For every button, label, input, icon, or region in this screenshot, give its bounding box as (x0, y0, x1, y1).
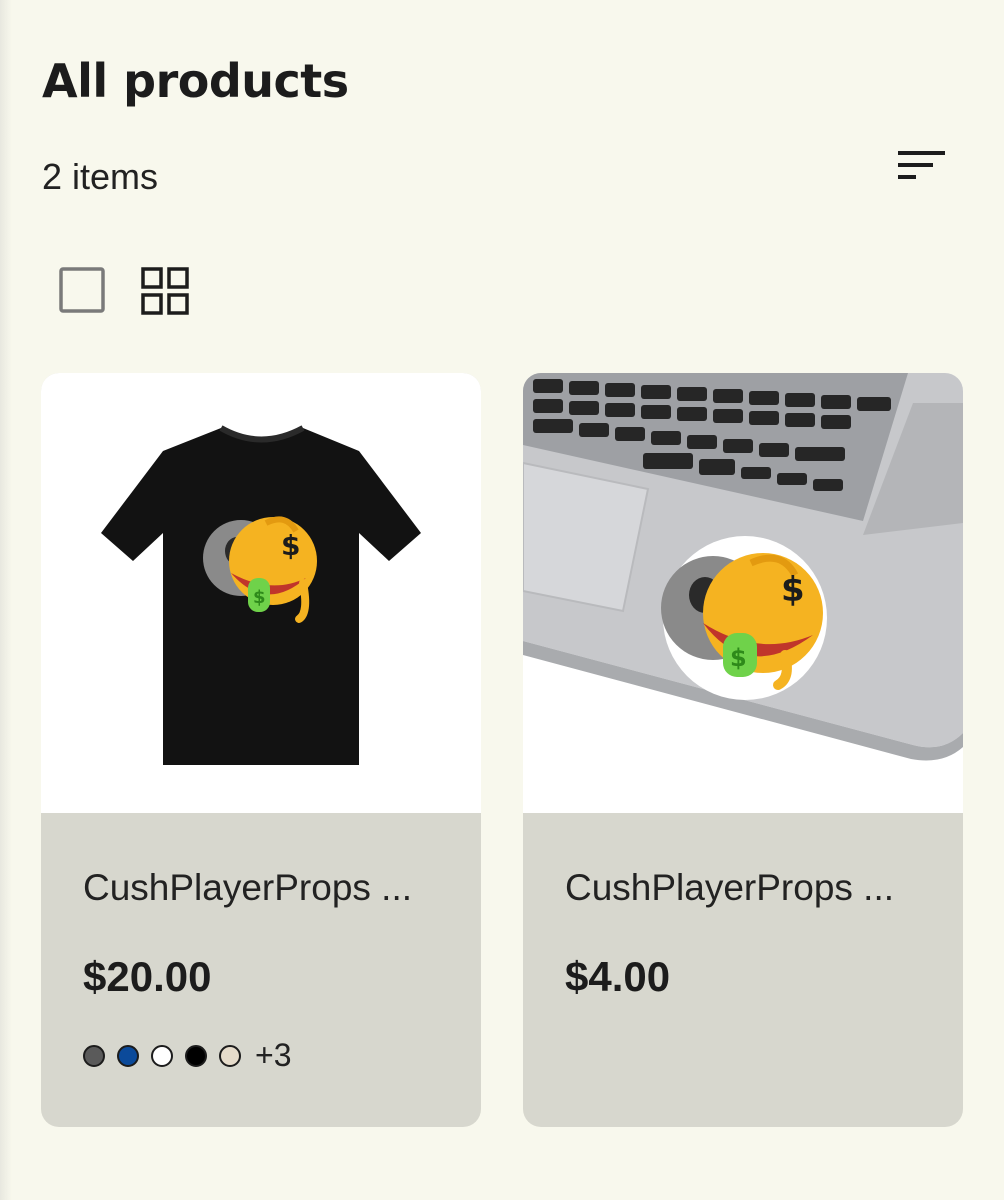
product-card[interactable]: $ $ CushPlayerProps ... $4.00 (523, 373, 963, 1127)
color-swatch-gray[interactable] (83, 1044, 105, 1067)
product-name[interactable]: CushPlayerProps ... (83, 867, 412, 909)
item-count: 2 items (42, 156, 159, 197)
color-swatches: +3 (83, 1037, 291, 1074)
color-swatch-white[interactable] (151, 1044, 173, 1067)
svg-text:$: $ (730, 644, 747, 672)
sort-lines-icon (898, 151, 945, 179)
more-colors-count: +3 (255, 1037, 292, 1073)
svg-text:$: $ (781, 570, 805, 610)
left-edge-shade (0, 0, 12, 1200)
product-image-tshirt[interactable]: $ $ (41, 373, 481, 813)
product-name[interactable]: CushPlayerProps ... (565, 867, 894, 909)
tshirt-image: $ $ (101, 425, 421, 765)
color-swatch-blue[interactable] (117, 1044, 139, 1067)
single-column-view-button[interactable] (58, 266, 106, 314)
color-swatch-cream[interactable] (219, 1044, 241, 1067)
sort-button[interactable] (890, 146, 950, 188)
single-view-icon (59, 267, 105, 313)
svg-text:$: $ (281, 529, 300, 562)
all-products-page: All products 2 items $ $ CushPlayerProps… (0, 0, 1004, 1200)
product-price: $20.00 (83, 953, 212, 1000)
color-swatch-black[interactable] (185, 1044, 207, 1067)
product-image-sticker[interactable]: $ $ (523, 373, 963, 813)
product-card[interactable]: $ $ CushPlayerProps ... $20.00 +3 (41, 373, 481, 1127)
grid-view-icon (141, 267, 189, 315)
product-price: $4.00 (565, 953, 671, 1000)
laptop-sticker-image: $ $ (523, 373, 963, 761)
svg-text:$: $ (253, 587, 266, 608)
page-title: All products (42, 54, 349, 108)
grid-view-button[interactable] (140, 266, 190, 316)
